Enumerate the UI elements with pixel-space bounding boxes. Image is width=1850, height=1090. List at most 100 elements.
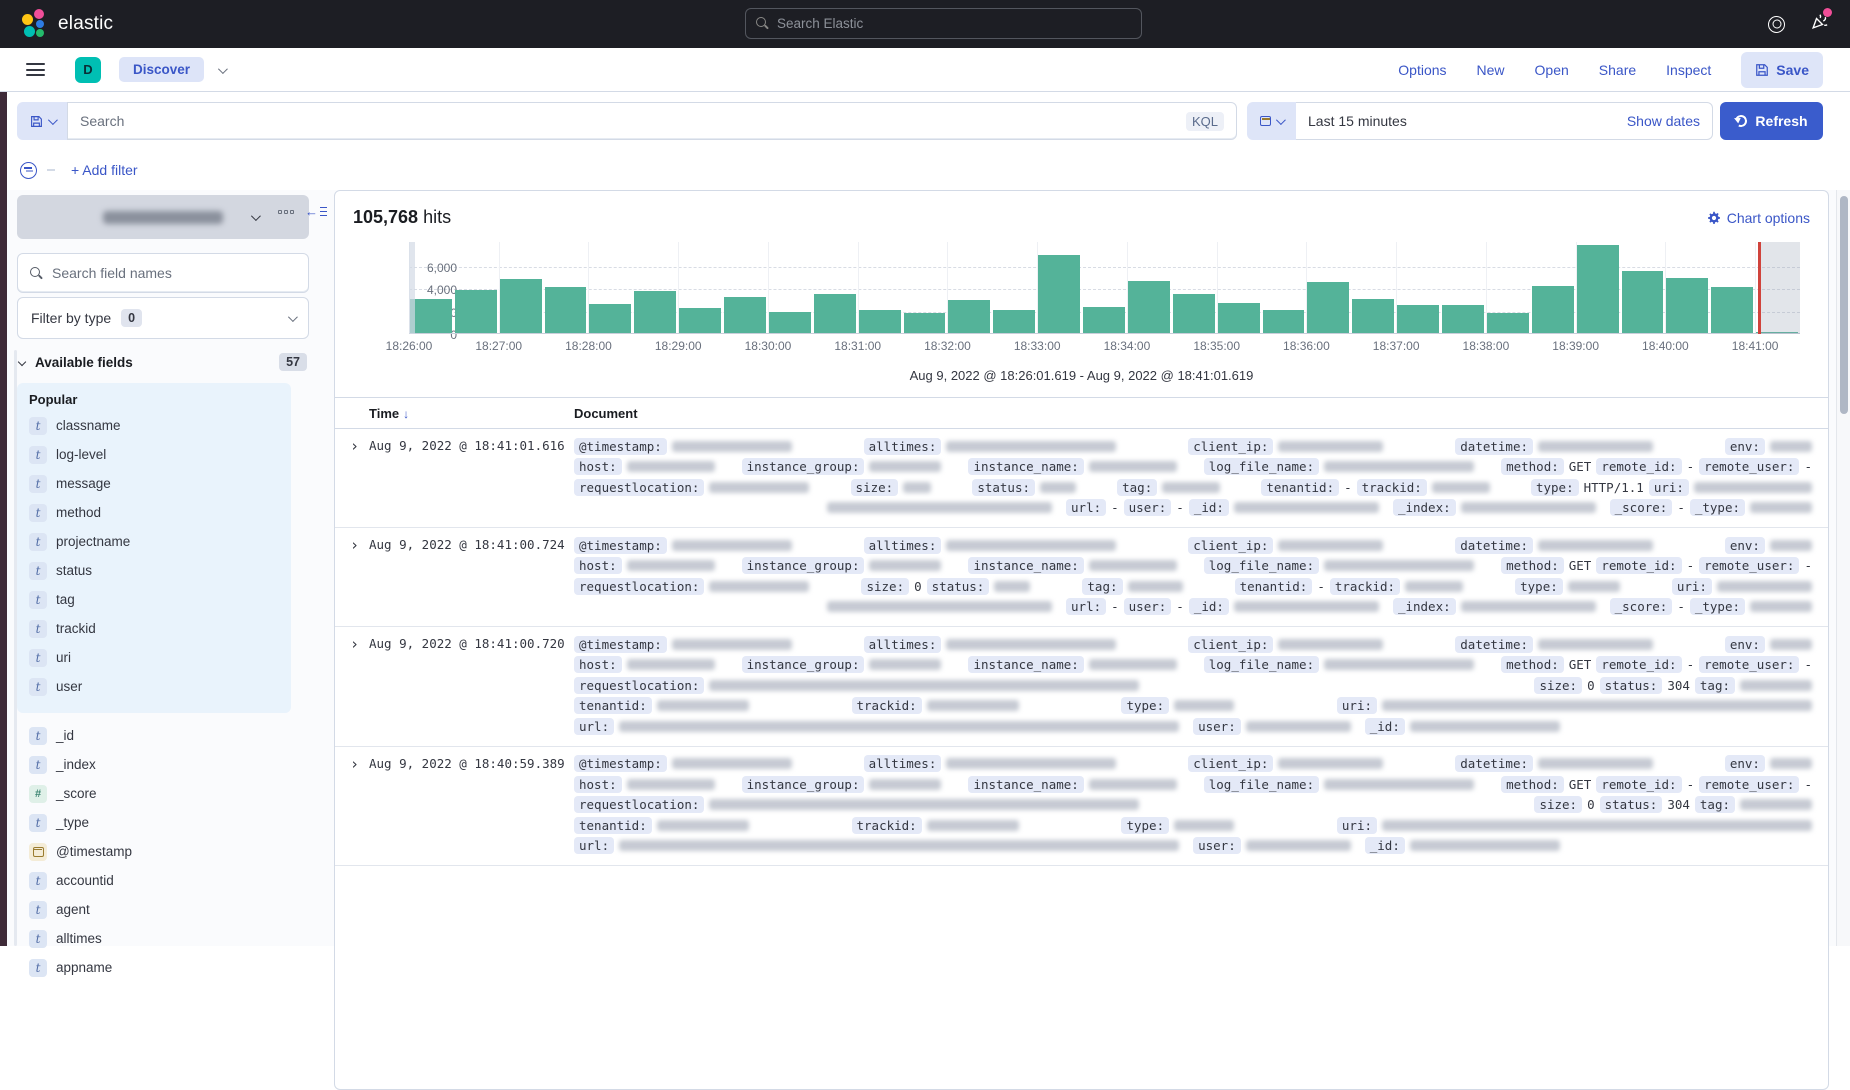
redacted-value bbox=[869, 560, 941, 571]
field-item-_id[interactable]: t_id bbox=[29, 721, 297, 750]
expand-row-button[interactable]: › bbox=[335, 436, 369, 518]
field-item-appname[interactable]: tappname bbox=[29, 953, 297, 982]
histogram-bar[interactable] bbox=[455, 290, 497, 334]
field-item-agent[interactable]: tagent bbox=[29, 895, 297, 924]
field-item-status[interactable]: tstatus bbox=[29, 556, 279, 585]
histogram-bar[interactable] bbox=[1083, 307, 1125, 334]
histogram-bar[interactable] bbox=[724, 297, 766, 334]
elastic-logo[interactable]: elastic bbox=[22, 9, 113, 39]
available-fields-accordion[interactable]: Available fields 57 bbox=[17, 353, 309, 371]
field-item-trackid[interactable]: ttrackid bbox=[29, 614, 279, 643]
histogram-bar[interactable] bbox=[1442, 305, 1484, 334]
field-item-message[interactable]: tmessage bbox=[29, 469, 279, 498]
nav-link-new[interactable]: New bbox=[1477, 62, 1505, 78]
row-timestamp: Aug 9, 2022 @ 18:41:00.720 bbox=[369, 634, 574, 737]
document-summary[interactable]: @timestamp:alltimes:client_ip:datetime:e… bbox=[574, 634, 1828, 737]
space-avatar[interactable]: D bbox=[75, 57, 101, 83]
field-item-alltimes[interactable]: talltimes bbox=[29, 924, 297, 953]
show-dates-link[interactable]: Show dates bbox=[1627, 113, 1700, 129]
expand-row-button[interactable]: › bbox=[335, 634, 369, 737]
field-search-input[interactable]: Search field names bbox=[17, 253, 309, 293]
scrollbar-thumb[interactable] bbox=[1840, 196, 1848, 414]
field-item-_index[interactable]: t_index bbox=[29, 750, 297, 779]
histogram-bar[interactable] bbox=[1532, 286, 1574, 334]
field-item-projectname[interactable]: tprojectname bbox=[29, 527, 279, 556]
histogram-bar[interactable] bbox=[1038, 255, 1080, 334]
newsfeed-button[interactable] bbox=[1811, 13, 1828, 35]
histogram-bar[interactable] bbox=[814, 294, 856, 334]
histogram-bar[interactable] bbox=[1622, 271, 1664, 334]
histogram-bar[interactable] bbox=[589, 304, 631, 334]
help-icon[interactable] bbox=[1768, 16, 1785, 33]
histogram-bar[interactable] bbox=[634, 291, 676, 334]
histogram-bar[interactable] bbox=[1307, 282, 1349, 334]
histogram-bar[interactable] bbox=[859, 310, 901, 334]
breadcrumb[interactable]: Discover bbox=[119, 57, 204, 82]
add-filter-link[interactable]: + Add filter bbox=[71, 162, 138, 178]
chart-options-button[interactable]: Chart options bbox=[1707, 210, 1810, 226]
field-badge: instance_name: bbox=[968, 557, 1083, 574]
histogram-bar[interactable] bbox=[1397, 305, 1439, 334]
nav-link-options[interactable]: Options bbox=[1398, 62, 1446, 78]
future-time-shade bbox=[1758, 242, 1800, 334]
nav-link-inspect[interactable]: Inspect bbox=[1666, 62, 1711, 78]
kql-button[interactable]: KQL bbox=[1186, 112, 1224, 131]
histogram-bar[interactable] bbox=[410, 299, 452, 334]
breadcrumb-chevron-icon[interactable] bbox=[218, 61, 225, 79]
nav-link-open[interactable]: Open bbox=[1535, 62, 1569, 78]
window-scrollbar[interactable] bbox=[1836, 190, 1850, 946]
filter-by-type-dropdown[interactable]: Filter by type 0 bbox=[17, 297, 309, 339]
histogram-bar[interactable] bbox=[1128, 281, 1170, 334]
histogram-bar[interactable] bbox=[769, 312, 811, 334]
histogram-bar[interactable] bbox=[1487, 313, 1529, 334]
field-item-accountid[interactable]: taccountid bbox=[29, 866, 297, 895]
histogram-bar[interactable] bbox=[1577, 245, 1619, 334]
field-item-_type[interactable]: t_type bbox=[29, 808, 297, 837]
field-item-user[interactable]: tuser bbox=[29, 672, 279, 701]
histogram-bar[interactable] bbox=[993, 310, 1035, 334]
menu-icon[interactable] bbox=[26, 63, 45, 76]
histogram-bar[interactable] bbox=[1666, 278, 1708, 334]
time-column-header[interactable]: Time↓ bbox=[369, 406, 574, 421]
query-input[interactable]: Search KQL bbox=[67, 102, 1237, 140]
field-item-log-level[interactable]: tlog-level bbox=[29, 440, 279, 469]
field-item-uri[interactable]: turi bbox=[29, 643, 279, 672]
field-item-method[interactable]: tmethod bbox=[29, 498, 279, 527]
data-view-selector[interactable] bbox=[17, 195, 309, 239]
histogram-bar[interactable] bbox=[1173, 294, 1215, 334]
filter-icon[interactable] bbox=[20, 162, 37, 179]
histogram-bar[interactable] bbox=[1218, 303, 1260, 334]
histogram-bar[interactable] bbox=[1352, 299, 1394, 334]
global-search-input[interactable]: Search Elastic bbox=[745, 8, 1142, 39]
sort-descending-icon[interactable]: ↓ bbox=[403, 407, 409, 421]
date-range-value[interactable]: Last 15 minutes bbox=[1308, 113, 1627, 129]
histogram-bar[interactable] bbox=[679, 308, 721, 334]
document-summary[interactable]: @timestamp:alltimes:client_ip:datetime:e… bbox=[574, 436, 1828, 518]
save-button[interactable]: Save bbox=[1741, 52, 1823, 88]
date-picker-button[interactable] bbox=[1247, 102, 1296, 140]
histogram-bar[interactable] bbox=[545, 287, 587, 334]
histogram-bar[interactable] bbox=[1711, 287, 1753, 334]
expand-row-button[interactable]: › bbox=[335, 754, 369, 857]
query-bar: Search KQL Last 15 minutes Show dates Re… bbox=[0, 92, 1850, 150]
field-badge: _index: bbox=[1393, 499, 1456, 516]
nav-link-share[interactable]: Share bbox=[1599, 62, 1636, 78]
field-value: 0 bbox=[1587, 678, 1595, 693]
field-item-tag[interactable]: ttag bbox=[29, 585, 279, 614]
collapse-sidebar-icon[interactable]: ← bbox=[305, 204, 327, 219]
field-item-_score[interactable]: #_score bbox=[29, 779, 297, 808]
redacted-value bbox=[627, 779, 715, 790]
expand-row-button[interactable]: › bbox=[335, 535, 369, 617]
saved-query-menu-button[interactable] bbox=[17, 102, 67, 140]
refresh-button[interactable]: Refresh bbox=[1720, 102, 1823, 140]
histogram-bar[interactable] bbox=[904, 313, 946, 334]
field-item-timestamp[interactable]: @timestamp bbox=[29, 837, 297, 866]
histogram-bar[interactable] bbox=[500, 279, 542, 334]
histogram-bar[interactable] bbox=[948, 300, 990, 334]
field-settings-icon[interactable] bbox=[278, 210, 294, 214]
document-summary[interactable]: @timestamp:alltimes:client_ip:datetime:e… bbox=[574, 754, 1828, 857]
hits-histogram[interactable]: 02,0004,0006,00018:26:0018:27:0018:28:00… bbox=[353, 238, 1810, 356]
document-summary[interactable]: @timestamp:alltimes:client_ip:datetime:e… bbox=[574, 535, 1828, 617]
field-item-classname[interactable]: tclassname bbox=[29, 411, 279, 440]
histogram-bar[interactable] bbox=[1263, 310, 1305, 334]
